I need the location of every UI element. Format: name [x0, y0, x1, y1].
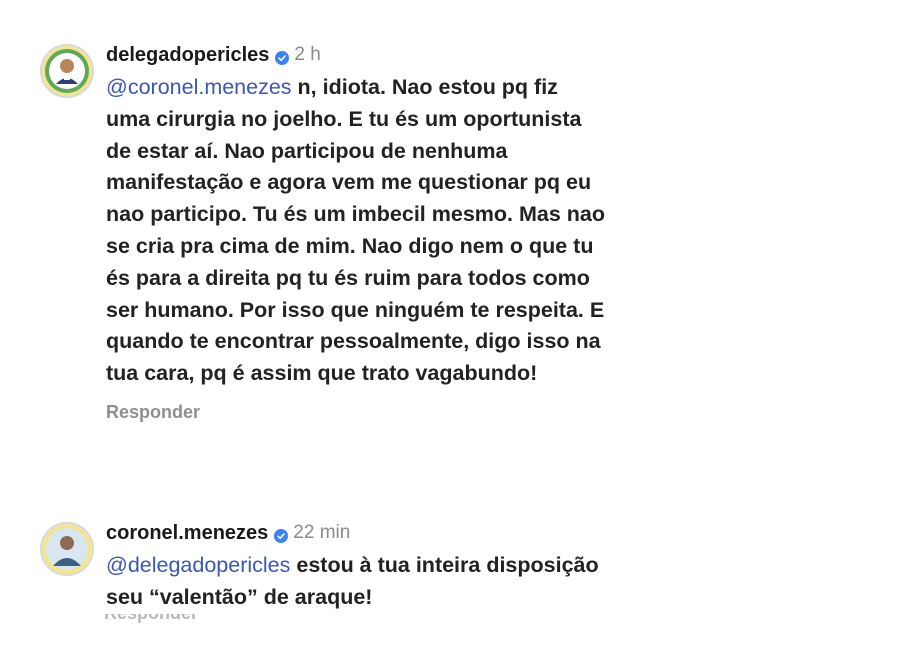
comment-message: n, idiota. Nao estou pq fiz uma cirurgia…: [106, 75, 605, 386]
comment-username[interactable]: delegadopericles: [106, 44, 269, 67]
avatar[interactable]: [40, 522, 94, 576]
comment-timestamp: 2 h: [294, 44, 321, 65]
verified-badge-icon: [275, 48, 290, 65]
comment-timestamp: 22 min: [293, 522, 351, 543]
comment-text: @coronel.menezes n, idiota. Nao estou pq…: [106, 72, 606, 390]
mention-link[interactable]: @coronel.menezes: [106, 75, 292, 99]
profile-photo-icon: [42, 46, 92, 96]
mention-link[interactable]: @delegadopericles: [106, 553, 290, 577]
comment-text: @delegadopericles estou à tua inteira di…: [106, 550, 606, 614]
profile-photo-icon: [42, 524, 92, 574]
verified-badge-icon: [274, 526, 289, 543]
comment-username[interactable]: coronel.menezes: [106, 522, 268, 545]
reply-button[interactable]: Responder: [106, 402, 606, 423]
avatar[interactable]: [40, 44, 94, 98]
reply-button[interactable]: Responder: [104, 614, 404, 624]
